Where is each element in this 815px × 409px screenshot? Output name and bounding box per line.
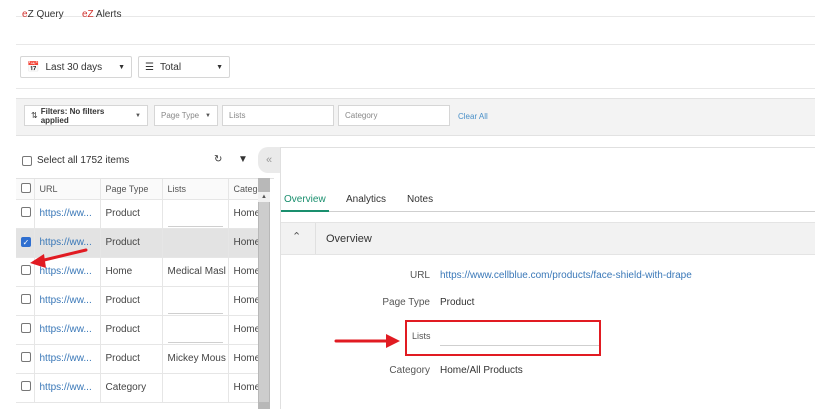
arrow-to-lists-field bbox=[334, 334, 400, 348]
annotation-arrows bbox=[30, 248, 400, 348]
arrow-to-selected-row bbox=[30, 248, 88, 268]
